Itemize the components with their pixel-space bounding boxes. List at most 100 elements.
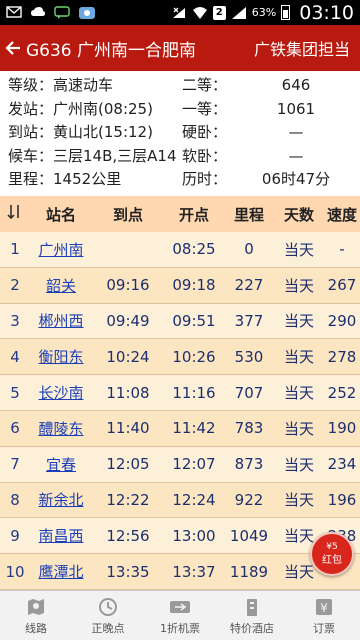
depart-time: 12:07	[172, 455, 216, 474]
chat-icon	[54, 5, 70, 20]
cloud-icon	[30, 6, 46, 20]
plane-ticket-icon	[169, 596, 191, 618]
row-number: 5	[10, 383, 20, 402]
row-number: 3	[10, 311, 20, 330]
grade-value: 高速动车	[53, 76, 114, 94]
day: 当天	[283, 384, 314, 403]
title-bar: G636 广州南一合肥南 广铁集团担当	[0, 25, 360, 71]
waiting-value: 三层14B,三层A14	[53, 146, 177, 165]
cellular-signal-icon	[231, 6, 247, 20]
station-link[interactable]: 郴州西	[38, 312, 83, 330]
info-row-depart: 发站：广州南(08:25) 一等： 1061	[8, 98, 360, 122]
duration-label: 历时：	[182, 170, 228, 188]
train-info: 等级：高速动车 二等： 646 发站：广州南(08:25) 一等： 1061 到…	[0, 71, 360, 195]
soft-sleeper-price: —	[288, 146, 304, 165]
table-row: 3 郴州西 09:49 09:51 377 当天 290	[0, 303, 360, 340]
operator-label: 广铁集团担当	[253, 40, 350, 59]
header-distance: 里程	[233, 205, 264, 224]
page-title: G636 广州南一合肥南	[26, 40, 197, 61]
battery-percent: 63%	[251, 6, 277, 19]
header-speed: 速度	[326, 205, 357, 224]
day: 当天	[283, 455, 314, 474]
email-icon	[6, 5, 22, 20]
table-row: 8 新余北 12:22 12:24 922 当天 196	[0, 482, 360, 519]
station-link[interactable]: 新余北	[38, 491, 83, 509]
depart-time: 13:37	[172, 562, 216, 581]
stops-table: 1 广州南 08:25 0 当天 - 2 韶关 09:16 09:18 227 …	[0, 232, 360, 590]
arrive-time: 11:40	[106, 419, 150, 438]
map-icon	[25, 596, 47, 618]
station-link[interactable]: 鹰潭北	[38, 563, 83, 581]
table-row: 6 醴陵东 11:40 11:42 783 当天 190	[0, 410, 360, 447]
depart-time: 09:51	[172, 311, 216, 330]
arrive-time: 09:16	[106, 276, 150, 295]
nav-flight-label: 1折机票	[160, 621, 200, 635]
grade-label: 等级：	[8, 76, 54, 94]
distance-label: 里程：	[8, 170, 54, 188]
nav-hotel-label: 特价酒店	[230, 621, 274, 635]
header-depart: 开点	[178, 205, 209, 224]
row-number: 4	[10, 347, 20, 366]
table-row: 9 南昌西 12:56 13:00 1049 当天 238	[0, 518, 360, 555]
info-row-arrive: 到站：黄山北(15:12) 硬卧： —	[8, 121, 360, 145]
wifi-icon	[192, 6, 208, 20]
nav-delay[interactable]: 正晚点	[72, 591, 144, 640]
arrive-value: 黄山北(15:12)	[53, 123, 153, 141]
speed: 252	[327, 383, 357, 402]
red-packet-label: 红包	[322, 555, 342, 566]
station-link[interactable]: 南昌西	[38, 527, 83, 545]
depart-time: 10:26	[172, 347, 216, 366]
nav-route-label: 线路	[25, 621, 47, 635]
speed: 196	[327, 490, 357, 509]
arrive-time: 12:22	[106, 490, 150, 509]
arrive-time: 09:49	[106, 311, 150, 330]
station-link[interactable]: 长沙南	[38, 384, 83, 402]
table-row: 7 宜春 12:05 12:07 873 当天 234	[0, 446, 360, 483]
station-link[interactable]: 宜春	[46, 456, 76, 474]
sort-icon[interactable]	[0, 204, 30, 224]
clock-icon	[97, 596, 119, 618]
nav-route[interactable]: 线路	[0, 591, 72, 640]
depart-time: 09:18	[172, 276, 216, 295]
distance: 1049	[229, 526, 269, 545]
nav-delay-label: 正晚点	[91, 621, 125, 635]
arrive-time: 12:05	[106, 455, 150, 474]
station-link[interactable]: 广州南	[38, 241, 83, 259]
hotel-icon	[241, 596, 263, 618]
hard-sleeper-price: —	[288, 123, 304, 141]
station-link[interactable]: 韶关	[46, 277, 76, 295]
header-days: 天数	[283, 205, 314, 224]
table-row: 4 衡阳东 10:24 10:26 530 当天 278	[0, 339, 360, 376]
arrive-label: 到站：	[8, 123, 54, 141]
depart-label: 发站：	[8, 99, 54, 118]
sim-badge: 2	[212, 5, 226, 20]
station-link[interactable]: 衡阳东	[38, 348, 83, 366]
second-class-label: 二等：	[182, 76, 228, 94]
speed: 234	[327, 455, 357, 474]
hard-sleeper-label: 硬卧：	[182, 123, 228, 141]
speed: 267	[327, 276, 357, 295]
battery-icon	[281, 5, 291, 20]
row-number: 6	[10, 419, 20, 438]
speed: 290	[327, 311, 357, 330]
table-row: 10 鹰潭北 13:35 13:37 1189 当天	[0, 554, 360, 590]
station-link[interactable]: 醴陵东	[38, 420, 83, 438]
arrive-time: 13:35	[106, 562, 150, 581]
day: 当天	[283, 348, 314, 367]
depart-time: 11:16	[172, 383, 216, 402]
distance: 1189	[229, 562, 269, 581]
nav-booking[interactable]: ¥ 订票	[288, 591, 360, 640]
row-number: 1	[10, 240, 20, 259]
nav-hotel[interactable]: 特价酒店	[216, 591, 288, 640]
depart-time: 13:00	[172, 526, 216, 545]
day: 当天	[283, 240, 314, 259]
status-bar: 2 63% 03:10	[0, 0, 360, 25]
svg-text:¥: ¥	[320, 601, 328, 615]
soft-sleeper-label: 软卧：	[182, 146, 228, 165]
distance: 922	[234, 490, 264, 509]
app-notification-icon	[78, 6, 95, 20]
nav-flight[interactable]: 1折机票	[144, 591, 216, 640]
back-arrow-icon[interactable]	[0, 25, 26, 71]
info-row-distance: 里程：1452公里 历时： 06时47分	[8, 168, 360, 192]
red-packet-button[interactable]: ¥5 红包	[310, 532, 354, 576]
